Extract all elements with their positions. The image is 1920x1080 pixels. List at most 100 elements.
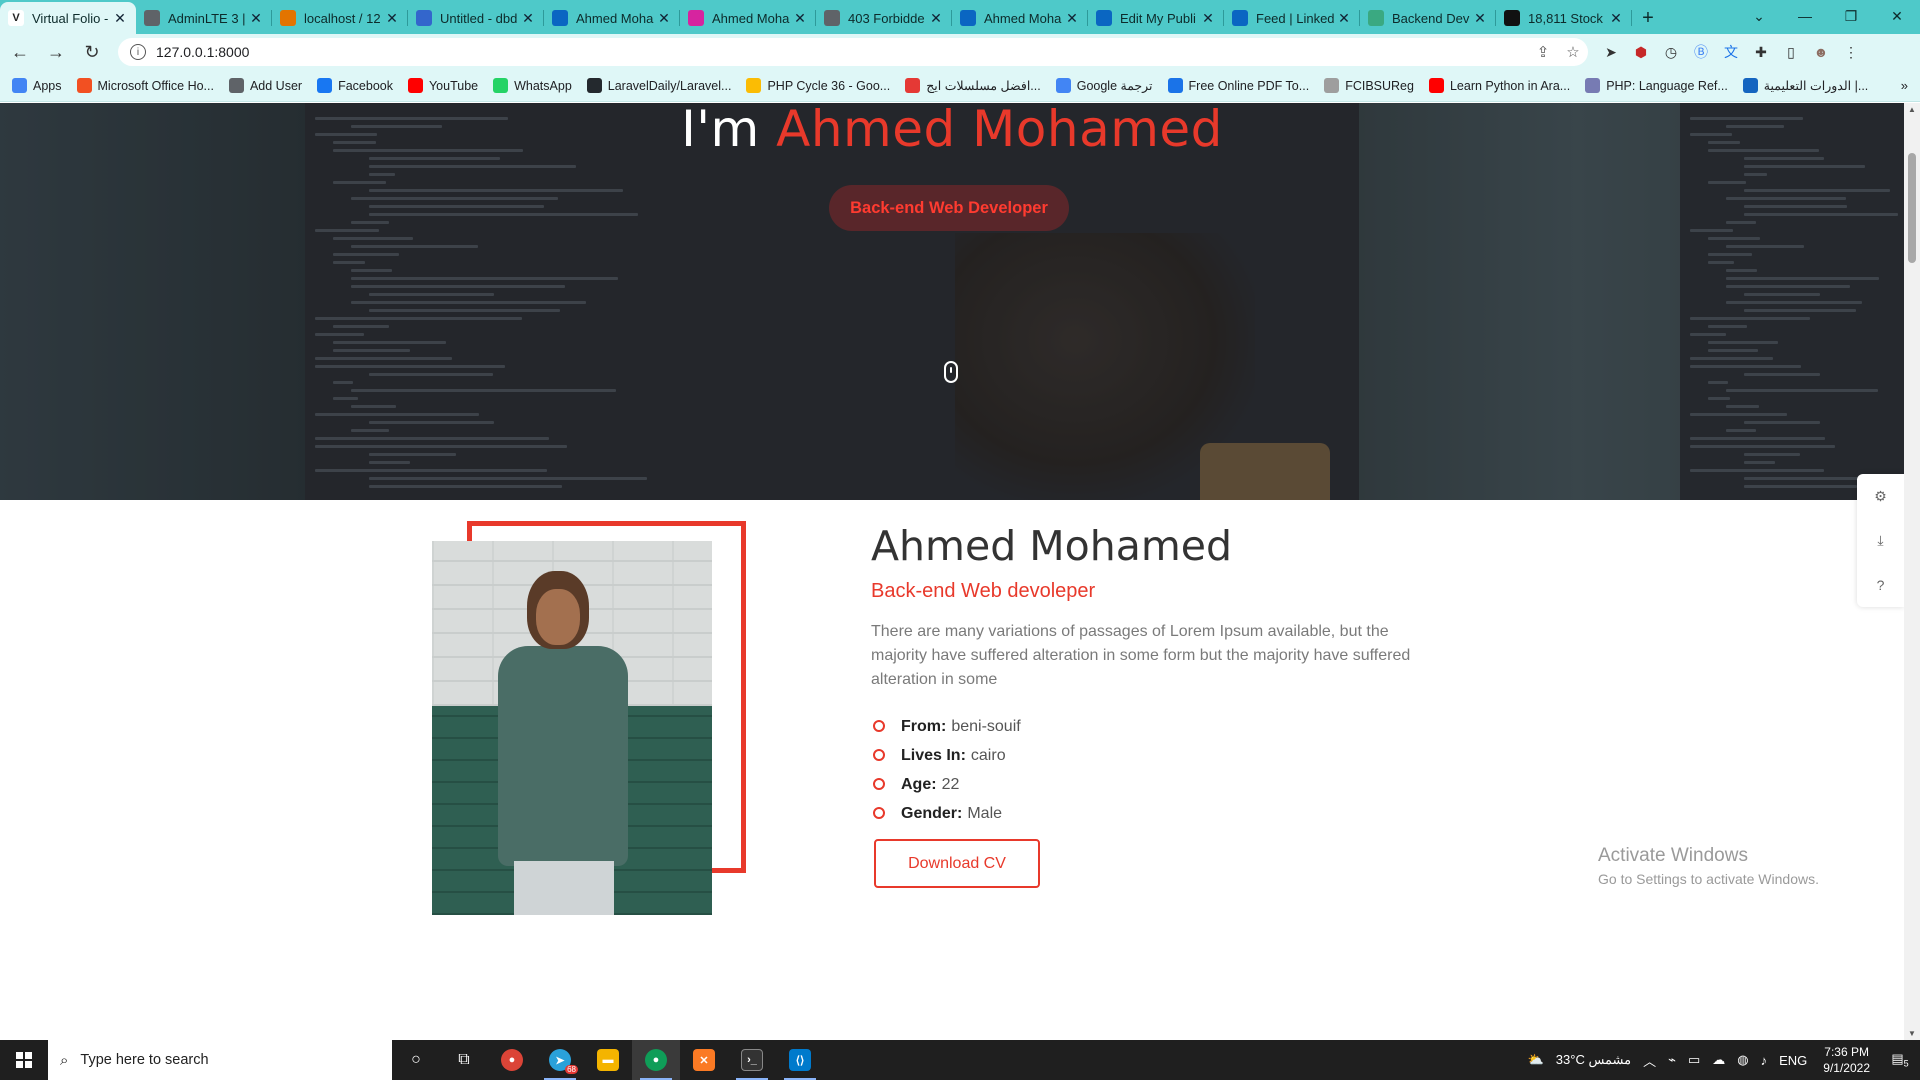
close-tab-icon[interactable]: ✕ (792, 10, 808, 27)
browser-tab[interactable]: Backend Dev ✕ (1360, 2, 1496, 34)
notification-center-icon[interactable]: ▤5 (1880, 1051, 1920, 1069)
tray-overflow-icon[interactable]: ︿ (1643, 1051, 1656, 1070)
xampp-icon[interactable]: ✕ (680, 1040, 728, 1080)
browser-tab[interactable]: Ahmed Moha ✕ (680, 2, 816, 34)
battery-icon[interactable]: ▭ (1688, 1052, 1700, 1068)
bookmark-item[interactable]: Facebook (317, 78, 393, 93)
bookmark-item[interactable]: الدورات التعليمية |... (1742, 78, 1868, 93)
scroll-down-arrow-icon[interactable]: ▼ (1904, 1029, 1920, 1038)
browser-tab[interactable]: Ahmed Moha ✕ (544, 2, 680, 34)
gear-icon[interactable]: ⚙ (1874, 488, 1887, 505)
chrome-icon[interactable]: ● (488, 1040, 536, 1080)
bookmark-star-icon[interactable]: ☆ (1558, 43, 1588, 61)
onedrive-icon[interactable]: ☁ (1712, 1052, 1725, 1068)
menu-kebab-icon[interactable]: ⋮ (1836, 38, 1866, 66)
start-button[interactable] (0, 1040, 48, 1080)
close-window-button[interactable]: ✕ (1874, 0, 1920, 32)
scroll-mouse-icon[interactable] (944, 361, 958, 383)
browser-tab[interactable]: Ahmed Moha ✕ (952, 2, 1088, 34)
close-tab-icon[interactable]: ✕ (1200, 10, 1216, 27)
page-scrollbar[interactable]: ▲ ▼ (1904, 103, 1920, 1040)
network-icon[interactable]: ⌁ (1668, 1052, 1676, 1068)
terminal-icon[interactable]: ›_ (728, 1040, 776, 1080)
back-button[interactable]: ← (4, 36, 36, 68)
page-viewport: I'm Ahmed Mohamed Back-end Web Developer… (0, 103, 1904, 1040)
bookmark-item[interactable]: Add User (228, 78, 302, 93)
browser-tab[interactable]: AdminLTE 3 | ✕ (136, 2, 272, 34)
telegram-icon[interactable]: ➤ 68 (536, 1040, 584, 1080)
about-role: Back-end Web devoleper (871, 580, 1096, 602)
cursor-extension-icon[interactable]: ➤ (1596, 38, 1626, 66)
new-tab-button[interactable]: + (1632, 2, 1664, 34)
close-tab-icon[interactable]: ✕ (1064, 10, 1080, 27)
close-tab-icon[interactable]: ✕ (928, 10, 944, 27)
pma-icon (280, 10, 296, 26)
volume-icon[interactable]: ♪ (1761, 1053, 1768, 1068)
bookmark-item[interactable]: YouTube (407, 78, 478, 93)
side-panel-icon[interactable]: ▯ (1776, 38, 1806, 66)
browser-tab[interactable]: Edit My Publi ✕ (1088, 2, 1224, 34)
close-tab-icon[interactable]: ✕ (1608, 10, 1624, 27)
minimize-button[interactable]: — (1782, 0, 1828, 32)
puzzle-extensions-icon[interactable]: ✚ (1746, 38, 1776, 66)
globe-icon[interactable]: ◍ (1737, 1052, 1748, 1068)
scroll-up-arrow-icon[interactable]: ▲ (1904, 105, 1920, 114)
reload-button[interactable]: ↻ (76, 36, 108, 68)
site-info-icon[interactable]: i (130, 44, 146, 60)
bookmark-item[interactable]: PHP: Language Ref... (1585, 78, 1728, 93)
close-tab-icon[interactable]: ✕ (384, 10, 400, 27)
address-bar[interactable]: i 127.0.0.1:8000 ⇪ ☆ (118, 38, 1588, 66)
browser-tab[interactable]: V Virtual Folio - ✕ (0, 2, 136, 34)
browser-tab[interactable]: 18,811 Stock ✕ (1496, 2, 1632, 34)
share-icon[interactable]: ⇪ (1528, 43, 1558, 61)
close-tab-icon[interactable]: ✕ (1336, 10, 1352, 27)
close-tab-icon[interactable]: ✕ (1472, 10, 1488, 27)
bookmark-item[interactable]: Learn Python in Ara... (1428, 78, 1570, 93)
download-icon[interactable]: ⤓ (1877, 532, 1883, 549)
bookmark-item[interactable]: LaravelDaily/Laravel... (586, 78, 732, 93)
bookmark-item[interactable]: PHP Cycle 36 - Goo... (746, 78, 890, 93)
weather-text[interactable]: 33°C مشمس (1556, 1052, 1631, 1068)
bookmark-item[interactable]: Apps (12, 78, 62, 93)
s-logo-icon (1504, 10, 1520, 26)
close-tab-icon[interactable]: ✕ (656, 10, 672, 27)
bookmark-item[interactable]: WhatsApp (493, 78, 572, 93)
download-cv-button[interactable]: Download CV (874, 839, 1040, 888)
language-indicator[interactable]: ENG (1779, 1053, 1807, 1068)
bookmark-item[interactable]: Free Online PDF To... (1167, 78, 1309, 93)
bookmarks-overflow-button[interactable]: » (1901, 78, 1908, 93)
bookmark-favicon-icon (228, 78, 244, 93)
bookmark-label: LaravelDaily/Laravel... (607, 78, 732, 93)
close-tab-icon[interactable]: ✕ (248, 10, 264, 27)
chrome-active-icon[interactable]: ● (632, 1040, 680, 1080)
b-extension-icon[interactable]: Ⓑ (1686, 38, 1716, 66)
tab-search-icon[interactable]: ⌄ (1736, 0, 1782, 32)
history-extension-icon[interactable]: ◷ (1656, 38, 1686, 66)
bookmark-item[interactable]: FCIBSUReg (1324, 78, 1414, 93)
browser-tab[interactable]: Untitled - dbd ✕ (408, 2, 544, 34)
close-tab-icon[interactable]: ✕ (520, 10, 536, 27)
scrollbar-thumb[interactable] (1908, 153, 1916, 263)
restore-button[interactable]: ❐ (1828, 0, 1874, 32)
bookmark-item[interactable]: Google ترجمة (1055, 78, 1153, 93)
tab-title: localhost / 12 (304, 10, 381, 26)
taskbar-search[interactable]: ⌕ Type here to search (48, 1040, 392, 1080)
cortana-icon[interactable]: ○ (392, 1040, 440, 1080)
weather-icon[interactable]: ⛅ (1528, 1052, 1544, 1068)
file-explorer-icon[interactable]: ▬ (584, 1040, 632, 1080)
task-view-icon[interactable]: ⧉ (440, 1040, 488, 1080)
translate-extension-icon[interactable]: 文 (1716, 38, 1746, 66)
vscode-icon[interactable]: ⟨⟩ (776, 1040, 824, 1080)
browser-tab[interactable]: localhost / 12 ✕ (272, 2, 408, 34)
forward-button[interactable]: → (40, 36, 72, 68)
adblock-extension-icon[interactable]: ⬢ (1626, 38, 1656, 66)
bookmark-item[interactable]: Microsoft Office Ho... (76, 78, 214, 93)
profile-avatar-icon[interactable]: ☻ (1806, 38, 1836, 66)
bookmark-item[interactable]: افضل مسلسلات ايج... (905, 78, 1041, 93)
clock[interactable]: 7:36 PM 9/1/2022 (1823, 1044, 1870, 1076)
browser-tab[interactable]: 403 Forbidde ✕ (816, 2, 952, 34)
bookmark-label: WhatsApp (514, 78, 572, 93)
help-icon[interactable]: ? (1877, 577, 1885, 593)
browser-tab[interactable]: Feed | Linked ✕ (1224, 2, 1360, 34)
close-tab-icon[interactable]: ✕ (112, 10, 128, 27)
